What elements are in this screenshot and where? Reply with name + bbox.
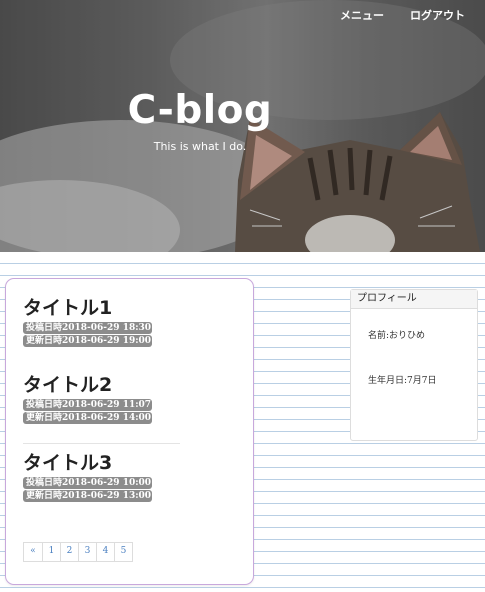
site-tagline: This is what I do.	[153, 140, 247, 153]
page-link-3[interactable]: 3	[78, 543, 96, 561]
top-nav: メニュー ログアウト	[340, 7, 465, 23]
pagination: « 1 2 3 4 5	[23, 542, 133, 562]
post-title-link[interactable]: タイトル3	[23, 452, 152, 474]
page-link-1[interactable]: 1	[42, 543, 60, 561]
updated-date-badge: 更新日時2018-06-29 13:00	[23, 490, 152, 502]
posted-date-badge: 投稿日時2018-06-29 11:07	[23, 399, 152, 411]
page-link-5[interactable]: 5	[114, 543, 132, 561]
post-title-link[interactable]: タイトル1	[23, 297, 152, 319]
prev-page-button[interactable]: «	[24, 543, 42, 561]
profile-widget: プロフィール 名前:おりひめ 生年月日:7月7日	[350, 289, 478, 441]
updated-date-badge: 更新日時2018-06-29 19:00	[23, 335, 152, 347]
post-item: タイトル2 投稿日時2018-06-29 11:07 更新日時2018-06-2…	[23, 374, 152, 425]
page-link-2[interactable]: 2	[60, 543, 78, 561]
post-item: タイトル1 投稿日時2018-06-29 18:30 更新日時2018-06-2…	[23, 297, 152, 348]
posted-date-badge: 投稿日時2018-06-29 18:30	[23, 322, 152, 334]
hero-header: メニュー ログアウト C-blog This is what I do.	[0, 0, 485, 252]
site-title: C-blog	[127, 88, 273, 133]
post-divider	[23, 443, 180, 444]
posted-date-badge: 投稿日時2018-06-29 10:00	[23, 477, 152, 489]
post-item: タイトル3 投稿日時2018-06-29 10:00 更新日時2018-06-2…	[23, 452, 152, 503]
profile-birthday: 生年月日:7月7日	[368, 376, 437, 386]
post-title-link[interactable]: タイトル2	[23, 374, 152, 396]
page-link-4[interactable]: 4	[96, 543, 114, 561]
logout-link[interactable]: ログアウト	[410, 7, 465, 23]
post-list-card: タイトル1 投稿日時2018-06-29 18:30 更新日時2018-06-2…	[5, 278, 254, 585]
profile-heading: プロフィール	[351, 290, 477, 309]
updated-date-badge: 更新日時2018-06-29 14:00	[23, 412, 152, 424]
profile-name: 名前:おりひめ	[368, 331, 426, 341]
menu-link[interactable]: メニュー	[340, 7, 384, 23]
